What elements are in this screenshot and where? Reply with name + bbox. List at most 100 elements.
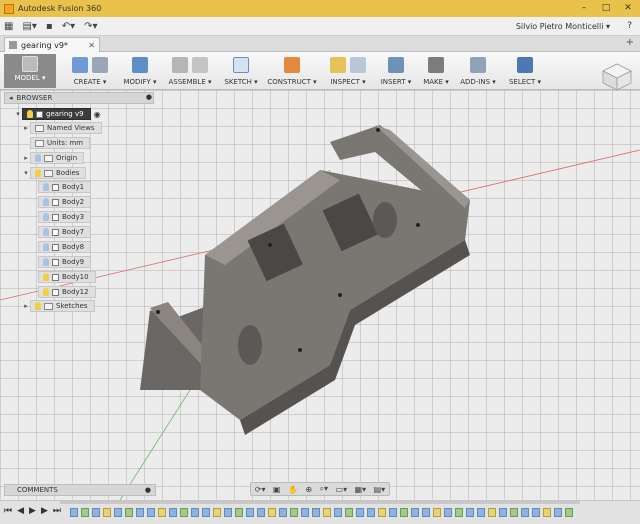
- browser-body-item[interactable]: Body12: [38, 286, 96, 298]
- timeline-feature[interactable]: [323, 507, 331, 517]
- browser-node-bodies[interactable]: ▾ Bodies: [22, 167, 87, 179]
- browser-node-origin[interactable]: ▸ Origin: [22, 152, 85, 164]
- comments-panel[interactable]: COMMENTS ●: [4, 484, 156, 496]
- press-pull-icon[interactable]: [132, 57, 148, 73]
- create-sketch-icon[interactable]: [233, 57, 249, 73]
- bolt-hole[interactable]: [416, 223, 420, 227]
- workspace-switcher[interactable]: MODEL ▾: [4, 54, 56, 88]
- upper-bearing-seat[interactable]: [373, 202, 397, 238]
- grid-settings-icon[interactable]: ▦▾: [355, 485, 367, 494]
- timeline-feature[interactable]: [268, 507, 276, 517]
- insert-group[interactable]: INSERT ▾: [378, 54, 414, 88]
- timeline-feature[interactable]: [70, 507, 78, 517]
- timeline-feature[interactable]: [136, 507, 144, 517]
- file-menu-icon[interactable]: ▤▾: [22, 21, 36, 32]
- timeline-feature[interactable]: [92, 507, 100, 517]
- data-panel-grid-icon[interactable]: ▦: [4, 21, 13, 32]
- save-icon[interactable]: ▪: [46, 21, 53, 32]
- expand-arrow-icon[interactable]: ▾: [14, 110, 22, 118]
- undo-icon[interactable]: ↶▾: [62, 21, 75, 32]
- zoom-icon[interactable]: ⊕: [305, 485, 312, 494]
- visibility-bulb-icon[interactable]: [43, 288, 49, 296]
- timeline-feature[interactable]: [389, 507, 397, 517]
- visibility-bulb-icon[interactable]: [27, 110, 33, 118]
- timeline-feature[interactable]: [81, 507, 89, 517]
- browser-node-units[interactable]: Units: mm: [30, 137, 91, 149]
- visibility-bulb-icon[interactable]: [43, 273, 49, 281]
- expand-arrow-icon[interactable]: ▾: [22, 169, 30, 177]
- timeline-feature[interactable]: [125, 507, 133, 517]
- browser-body-item[interactable]: Body3: [38, 211, 92, 223]
- gearing-model[interactable]: [140, 125, 470, 435]
- browser-body-item[interactable]: Body10: [38, 271, 96, 283]
- timeline-feature[interactable]: [477, 507, 485, 517]
- joint-icon[interactable]: [192, 57, 208, 73]
- timeline-feature[interactable]: [257, 507, 265, 517]
- go-to-start-icon[interactable]: ⏮: [4, 506, 12, 516]
- expand-arrow-icon[interactable]: ▸: [22, 154, 30, 162]
- visibility-bulb-icon[interactable]: [43, 228, 49, 236]
- go-to-end-icon[interactable]: ⏭: [53, 506, 61, 516]
- browser-body-item[interactable]: Body2: [38, 196, 92, 208]
- timeline-feature[interactable]: [499, 507, 507, 517]
- timeline-feature[interactable]: [367, 507, 375, 517]
- timeline-feature[interactable]: [279, 507, 287, 517]
- comments-pin-icon[interactable]: ●: [145, 486, 151, 494]
- pan-icon[interactable]: ✋: [288, 485, 298, 494]
- make-group[interactable]: MAKE ▾: [420, 54, 452, 88]
- browser-pin-icon[interactable]: ●: [146, 93, 152, 101]
- close-tab-icon[interactable]: ✕: [88, 41, 95, 50]
- browser-body-item[interactable]: Body7: [38, 226, 92, 238]
- timeline-feature[interactable]: [521, 507, 529, 517]
- timeline-feature[interactable]: [543, 507, 551, 517]
- lower-bearing-seat[interactable]: [238, 325, 262, 365]
- select-group[interactable]: SELECT ▾: [506, 54, 544, 88]
- timeline-feature[interactable]: [312, 507, 320, 517]
- timeline-feature[interactable]: [147, 507, 155, 517]
- timeline-feature[interactable]: [301, 507, 309, 517]
- timeline-feature[interactable]: [224, 507, 232, 517]
- sketch-group[interactable]: SKETCH ▾: [222, 54, 260, 88]
- timeline-feature[interactable]: [334, 507, 342, 517]
- visibility-bulb-icon[interactable]: [43, 243, 49, 251]
- timeline-feature[interactable]: [213, 507, 221, 517]
- timeline-feature[interactable]: [510, 507, 518, 517]
- add-ins-group[interactable]: ADD-INS ▾: [456, 54, 500, 88]
- bolt-hole[interactable]: [298, 348, 302, 352]
- timeline-feature[interactable]: [433, 507, 441, 517]
- visibility-bulb-icon[interactable]: [35, 169, 41, 177]
- step-back-icon[interactable]: ◀: [17, 506, 24, 516]
- timeline-feature[interactable]: [400, 507, 408, 517]
- timeline-feature[interactable]: [356, 507, 364, 517]
- user-account-menu[interactable]: Silvio Pietro Monticelli ▾: [516, 22, 610, 31]
- timeline-feature[interactable]: [202, 507, 210, 517]
- timeline-feature[interactable]: [565, 507, 573, 517]
- timeline-feature[interactable]: [246, 507, 254, 517]
- timeline-feature[interactable]: [455, 507, 463, 517]
- redo-icon[interactable]: ↷▾: [84, 21, 97, 32]
- expand-arrow-icon[interactable]: ▸: [22, 124, 30, 132]
- visibility-bulb-icon[interactable]: [43, 213, 49, 221]
- browser-body-item[interactable]: Body9: [38, 256, 92, 268]
- look-at-icon[interactable]: ▣: [273, 485, 281, 494]
- browser-node-named-views[interactable]: ▸ Named Views: [22, 122, 102, 134]
- minimize-button[interactable]: –: [574, 1, 594, 15]
- timeline-feature[interactable]: [488, 507, 496, 517]
- maximize-button[interactable]: □: [596, 1, 616, 15]
- timeline-feature[interactable]: [290, 507, 298, 517]
- section-analysis-icon[interactable]: [350, 57, 366, 73]
- mount-hole[interactable]: [376, 128, 380, 132]
- bolt-hole[interactable]: [268, 243, 272, 247]
- viewports-icon[interactable]: ▤▾: [374, 485, 386, 494]
- scripts-addins-icon[interactable]: [470, 57, 486, 73]
- create-group[interactable]: CREATE ▾: [64, 54, 116, 88]
- timeline-feature[interactable]: [235, 507, 243, 517]
- timeline-feature[interactable]: [191, 507, 199, 517]
- inspect-group[interactable]: INSPECT ▾: [322, 54, 374, 88]
- help-button[interactable]: ?: [627, 21, 632, 31]
- timeline-feature[interactable]: [422, 507, 430, 517]
- visibility-bulb-icon[interactable]: [43, 198, 49, 206]
- doc-tab-gearing[interactable]: gearing v9* ✕: [4, 37, 100, 52]
- collapse-browser-icon[interactable]: ◂: [9, 94, 13, 102]
- timeline-track[interactable]: [70, 506, 630, 518]
